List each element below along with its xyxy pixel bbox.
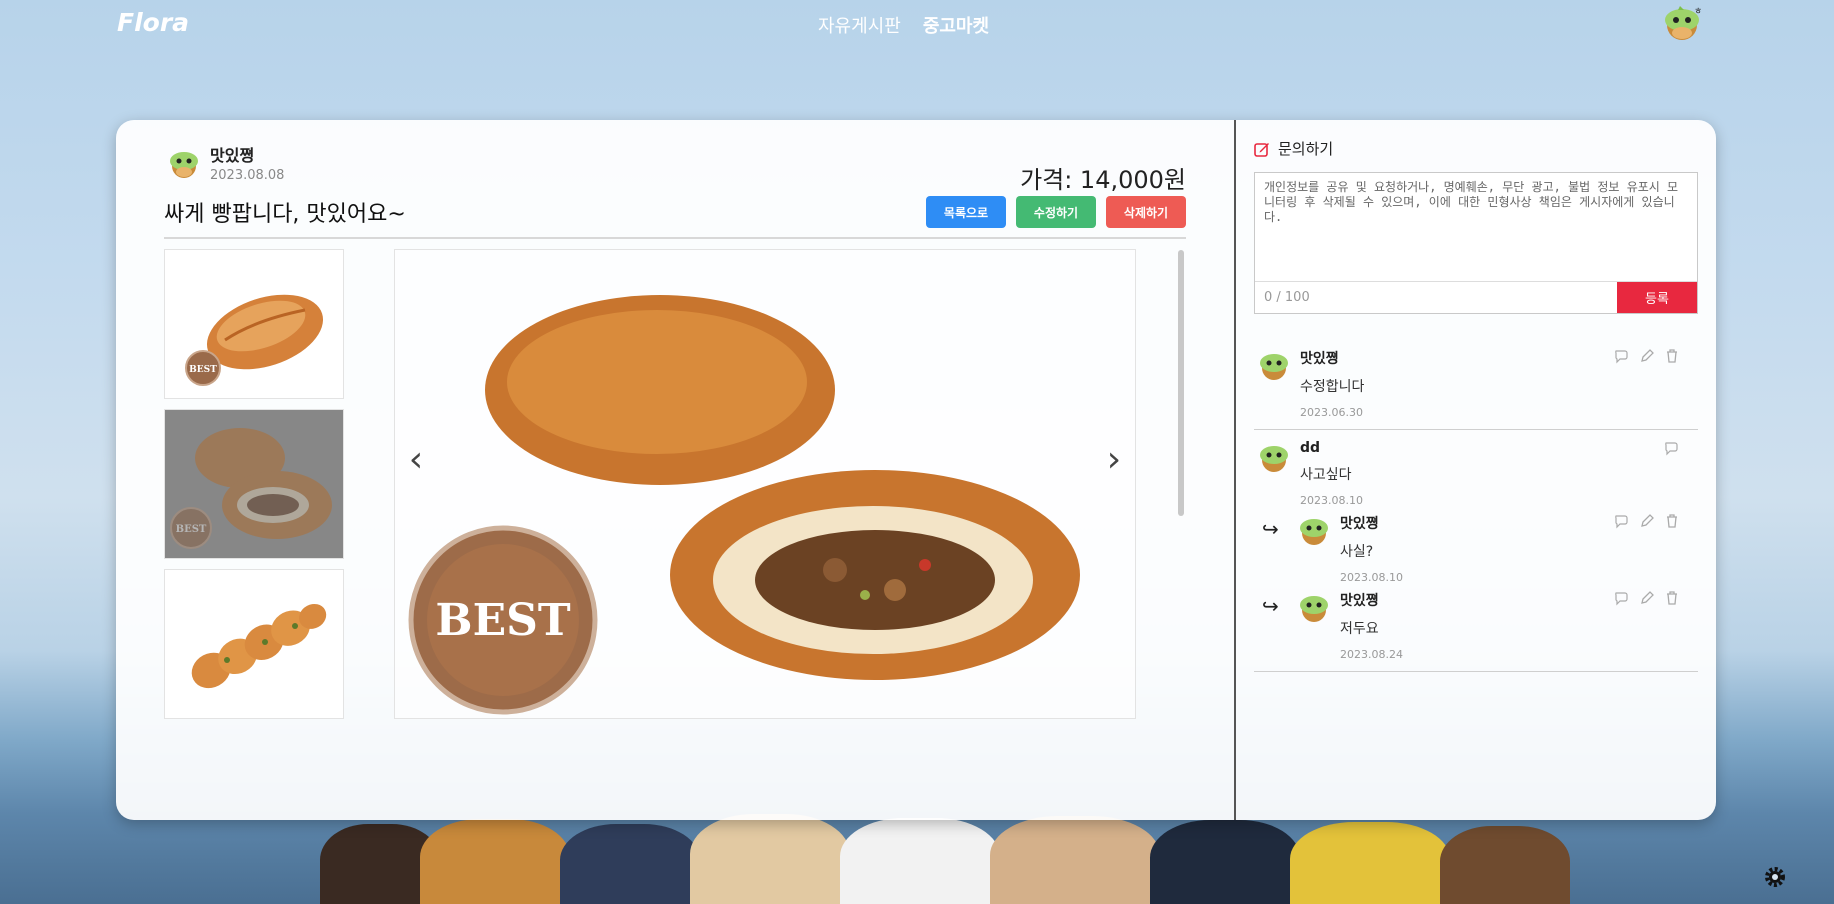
chat-icon[interactable]: [1614, 590, 1630, 606]
pencil-icon[interactable]: [1639, 513, 1655, 529]
salt-bread-image: BEST: [185, 294, 324, 386]
chat-icon[interactable]: [1614, 513, 1630, 529]
reply-item: ↪ 맛있쪙 저두요 2023.08.24: [1254, 588, 1698, 661]
reply-actions: [1614, 590, 1680, 606]
char-count: 0 / 100: [1264, 290, 1310, 305]
post-author: 맛있쪙 2023.08.08: [164, 142, 284, 183]
inquiry-section: 문의하기 개인정보를 공유 및 요청하거나, 명예훼손, 무단 광고, 불법 정…: [1236, 120, 1716, 820]
main-image-viewer: BEST ‹ ›: [394, 249, 1136, 719]
comment-actions: [1614, 348, 1680, 364]
gear-icon[interactable]: [1762, 864, 1788, 890]
svg-text:BEST: BEST: [189, 365, 217, 375]
reply-arrow-icon: ↪: [1262, 594, 1279, 618]
delete-button[interactable]: 삭제하기: [1106, 196, 1186, 228]
inquiry-header: 문의하기: [1254, 138, 1333, 159]
brand-logo[interactable]: Flora: [117, 8, 189, 37]
comment-date: 2023.08.10: [1300, 494, 1363, 507]
thumbnail-garlic-bread[interactable]: [164, 569, 344, 719]
nav-market[interactable]: 중고마켓: [923, 12, 989, 38]
pencil-square-icon: [1254, 142, 1269, 157]
trash-icon[interactable]: [1664, 348, 1680, 364]
chevron-left-icon[interactable]: ‹: [401, 440, 431, 480]
inquiry-form: 개인정보를 공유 및 요청하거나, 명예훼손, 무단 광고, 불법 정보 유포시…: [1254, 172, 1698, 314]
commenter-avatar: [1300, 596, 1328, 622]
commenter-avatar: [1260, 446, 1288, 472]
pencil-icon[interactable]: [1639, 348, 1655, 364]
svg-text:ㅎ: ㅎ: [1694, 7, 1702, 17]
nav-free-board[interactable]: 자유게시판: [818, 12, 901, 38]
thumbnail-curry-bread[interactable]: BEST: [164, 409, 344, 559]
reply-actions: [1614, 513, 1680, 529]
commenter-avatar: [1260, 354, 1288, 380]
trash-icon[interactable]: [1664, 513, 1680, 529]
thumbnail-salt-bread[interactable]: BEST: [164, 249, 344, 399]
viewer-scrollbar[interactable]: [1178, 250, 1184, 516]
author-name: 맛있쪙: [210, 146, 255, 165]
user-avatar[interactable]: ㅎ: [1658, 0, 1706, 44]
thumbnail-list: BEST BEST: [164, 249, 344, 729]
post-title: 싸게 빵팝니다, 맛있어요~: [164, 202, 406, 227]
reply-date: 2023.08.10: [1340, 571, 1403, 584]
comment-author: dd: [1300, 440, 1321, 456]
comment-list: 맛있쪙 수정합니다 2023.06.30 dd 사고싶다 2023.08.10 …: [1254, 338, 1698, 672]
post-detail: 맛있쪙 2023.08.08 가격: 14,000원 싸게 빵팝니다, 맛있어요…: [116, 120, 1234, 820]
edit-button[interactable]: 수정하기: [1016, 196, 1096, 228]
post-actions: 목록으로 수정하기 삭제하기: [926, 196, 1186, 228]
chevron-right-icon[interactable]: ›: [1099, 440, 1129, 480]
inquiry-footer: 0 / 100 등록: [1255, 281, 1697, 313]
commenter-avatar: [1300, 519, 1328, 545]
comment-text: 수정합니다: [1300, 379, 1365, 395]
submit-button[interactable]: 등록: [1617, 282, 1697, 313]
comment-date: 2023.06.30: [1300, 406, 1363, 419]
chat-icon[interactable]: [1664, 440, 1680, 456]
reply-text: 사실?: [1340, 544, 1374, 560]
trash-icon[interactable]: [1664, 590, 1680, 606]
title-divider: [164, 237, 1186, 239]
chat-icon[interactable]: [1614, 348, 1630, 364]
inquiry-title: 문의하기: [1278, 140, 1334, 158]
comment-item: dd 사고싶다 2023.08.10 ↪ 맛있쪙 사실? 2023.08.10 …: [1254, 430, 1698, 672]
reply-item: ↪ 맛있쪙 사실? 2023.08.10: [1254, 511, 1698, 584]
panel-divider: [1234, 120, 1236, 820]
post-panel: 맛있쪙 2023.08.08 가격: 14,000원 싸게 빵팝니다, 맛있어요…: [116, 120, 1716, 820]
comment-item: 맛있쪙 수정합니다 2023.06.30: [1254, 338, 1698, 430]
comment-actions: [1664, 440, 1680, 456]
back-to-list-button[interactable]: 목록으로: [926, 196, 1006, 228]
top-navigation: Flora 자유게시판 중고마켓 ㅎ: [0, 0, 1834, 60]
pencil-icon[interactable]: [1639, 590, 1655, 606]
reply-arrow-icon: ↪: [1262, 517, 1279, 541]
curry-bread-image: BEST: [408, 295, 1080, 715]
svg-text:BEST: BEST: [435, 595, 571, 646]
comment-text: 사고싶다: [1300, 467, 1352, 483]
inquiry-textarea[interactable]: 개인정보를 공유 및 요청하거나, 명예훼손, 무단 광고, 불법 정보 유포시…: [1255, 173, 1697, 281]
post-price: 가격: 14,000원: [1020, 166, 1186, 194]
reply-text: 저두요: [1340, 621, 1379, 637]
nav-links: 자유게시판 중고마켓: [818, 12, 989, 38]
reply-date: 2023.08.24: [1340, 648, 1403, 661]
post-date: 2023.08.08: [210, 168, 285, 183]
selected-overlay: [165, 410, 343, 558]
author-avatar: [170, 151, 198, 178]
garlic-bread-image: [191, 603, 327, 689]
